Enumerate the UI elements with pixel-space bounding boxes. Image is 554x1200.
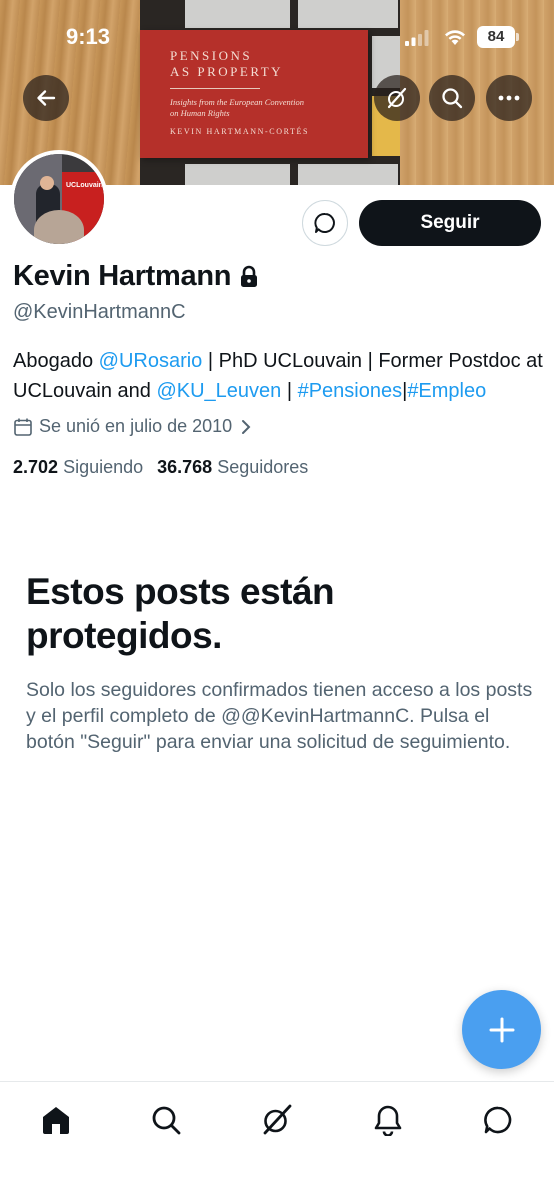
following-stat[interactable]: 2.702 Siguiendo	[13, 457, 143, 477]
tab-notifications[interactable]	[368, 1100, 408, 1140]
signal-icon	[405, 30, 429, 46]
window-pane	[298, 164, 398, 185]
book-author: KEVIN HARTMANN-CORTÉS	[170, 127, 310, 136]
avatar-head	[40, 176, 54, 190]
search-button[interactable]	[429, 75, 475, 121]
bio-text: |	[281, 380, 298, 402]
followers-count: 36.768	[157, 457, 213, 477]
followers-stat[interactable]: 36.768 Seguidores	[157, 457, 308, 477]
profile-handle: @KevinHartmannC	[13, 301, 186, 323]
follow-button[interactable]: Seguir	[359, 200, 541, 246]
status-time: 9:13	[66, 24, 111, 49]
more-icon	[498, 95, 520, 101]
bio-text: Abogado	[13, 350, 99, 372]
search-icon	[442, 88, 463, 109]
back-button[interactable]	[23, 75, 69, 121]
compose-button[interactable]	[462, 990, 541, 1069]
bottom-tab-bar	[0, 1081, 554, 1200]
messages-icon	[484, 1106, 512, 1134]
profile-bio: Abogado @URosario | PhD UCLouvain | Form…	[13, 346, 548, 406]
avatar[interactable]: UCLouvain	[10, 150, 108, 248]
battery-indicator: 84	[477, 26, 519, 48]
status-bar: 9:13 84	[0, 20, 554, 54]
following-label: Siguiendo	[63, 457, 144, 477]
home-icon	[43, 1107, 69, 1134]
book-rule	[170, 88, 260, 89]
joined-text: Se unió en julio de 2010	[39, 416, 233, 436]
profile-name-text: Kevin Hartmann	[13, 260, 232, 292]
grok-icon	[387, 87, 407, 109]
follow-stats: 2.702 Siguiendo 36.768 Seguidores	[13, 457, 308, 478]
back-icon	[37, 90, 56, 106]
chevron-right-icon	[242, 419, 251, 434]
grok-icon	[263, 1104, 292, 1135]
hashtag-link[interactable]: #Pensiones	[298, 380, 403, 402]
following-count: 2.702	[13, 457, 59, 477]
tab-messages[interactable]	[478, 1100, 518, 1140]
avatar-audience	[34, 210, 84, 244]
bell-icon	[374, 1105, 402, 1136]
protected-body: Solo los seguidores confirmados tienen a…	[26, 679, 533, 753]
profile-name: Kevin Hartmann	[13, 260, 259, 293]
book-subtitle-line1: Insights from the European Convention	[170, 97, 304, 107]
message-bubble-icon	[314, 213, 335, 233]
mention-link[interactable]: @KU_Leuven	[156, 380, 281, 402]
avatar-label: UCLouvain	[66, 182, 103, 189]
grok-button[interactable]	[374, 75, 420, 121]
mention-link[interactable]: @URosario	[99, 350, 203, 372]
search-icon	[152, 1106, 181, 1135]
tab-grok[interactable]	[257, 1100, 297, 1140]
book-subtitle-line2: on Human Rights	[170, 108, 230, 118]
more-button[interactable]	[486, 75, 532, 121]
lock-icon	[241, 265, 258, 287]
plus-icon	[489, 1017, 514, 1042]
hashtag-link[interactable]: #Empleo	[407, 380, 486, 402]
followers-label: Seguidores	[217, 457, 309, 477]
tab-home[interactable]	[36, 1100, 76, 1140]
protected-title: Estos posts están protegidos.	[26, 571, 335, 656]
message-button[interactable]	[302, 200, 348, 246]
book-title-line2: AS PROPERTY	[170, 64, 284, 79]
tab-search[interactable]	[146, 1100, 186, 1140]
wifi-icon	[445, 30, 465, 45]
calendar-icon	[14, 418, 32, 436]
window-pane	[185, 164, 290, 185]
joined-date[interactable]: Se unió en julio de 2010	[13, 416, 258, 437]
